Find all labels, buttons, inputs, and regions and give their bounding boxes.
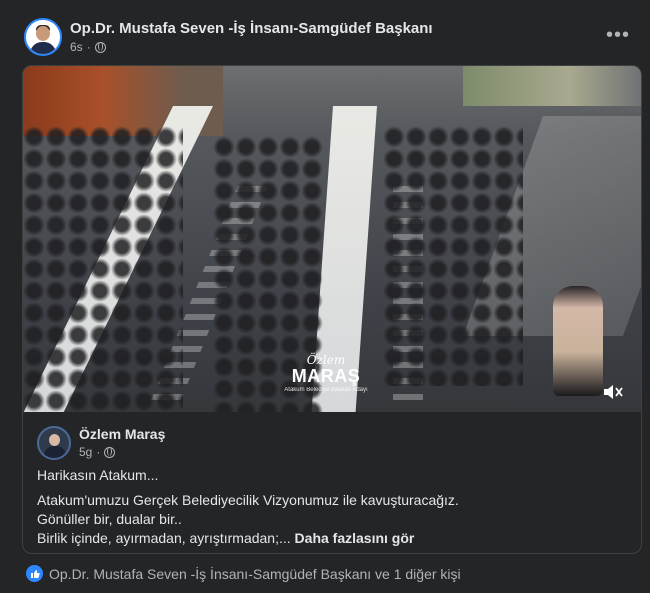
post-text-line: Atakum'umuzu Gerçek Belediyecilik Vizyon… <box>37 492 459 508</box>
post-text-line: Birlik içinde, ayırmadan, ayrıştırmadan;… <box>37 530 415 546</box>
post-card: Op.Dr. Mustafa Seven -İş İnsanı-Samgüdef… <box>0 0 650 593</box>
shared-post-header: Özlem Maraş 5g · <box>37 426 637 462</box>
shared-post[interactable]: Özlem MARAŞ Atakum Belediye Başkan Adayı… <box>22 65 642 554</box>
author-avatar[interactable] <box>24 18 62 56</box>
post-header: Op.Dr. Mustafa Seven -İş İnsanı-Samgüdef… <box>24 18 634 58</box>
more-options-icon[interactable]: ••• <box>606 24 630 47</box>
video-watermark: Özlem MARAŞ Atakum Belediye Başkan Adayı <box>284 353 368 393</box>
shared-author-avatar[interactable] <box>37 426 71 460</box>
reactions-text: Op.Dr. Mustafa Seven -İş İnsanı-Samgüdef… <box>49 565 461 582</box>
shared-post-time[interactable]: 5g <box>79 445 92 459</box>
post-author-name[interactable]: Op.Dr. Mustafa Seven -İş İnsanı-Samgüdef… <box>70 20 433 37</box>
post-meta: 6s · <box>70 40 106 54</box>
shared-post-meta: 5g · <box>79 445 116 459</box>
post-text-line: Harikasın Atakum... <box>37 467 159 483</box>
volume-icon[interactable] <box>603 384 623 400</box>
shared-video[interactable]: Özlem MARAŞ Atakum Belediye Başkan Adayı <box>23 66 641 412</box>
shared-author-name[interactable]: Özlem Maraş <box>79 426 165 442</box>
post-time[interactable]: 6s <box>70 40 83 54</box>
globe-icon <box>94 41 106 53</box>
globe-icon <box>104 446 116 458</box>
see-more-link[interactable]: Daha fazlasını gör <box>295 530 415 546</box>
post-text-line: Gönüller bir, dualar bir.. <box>37 511 182 527</box>
like-icon <box>26 565 43 582</box>
reactions-summary[interactable]: Op.Dr. Mustafa Seven -İş İnsanı-Samgüdef… <box>26 565 461 582</box>
